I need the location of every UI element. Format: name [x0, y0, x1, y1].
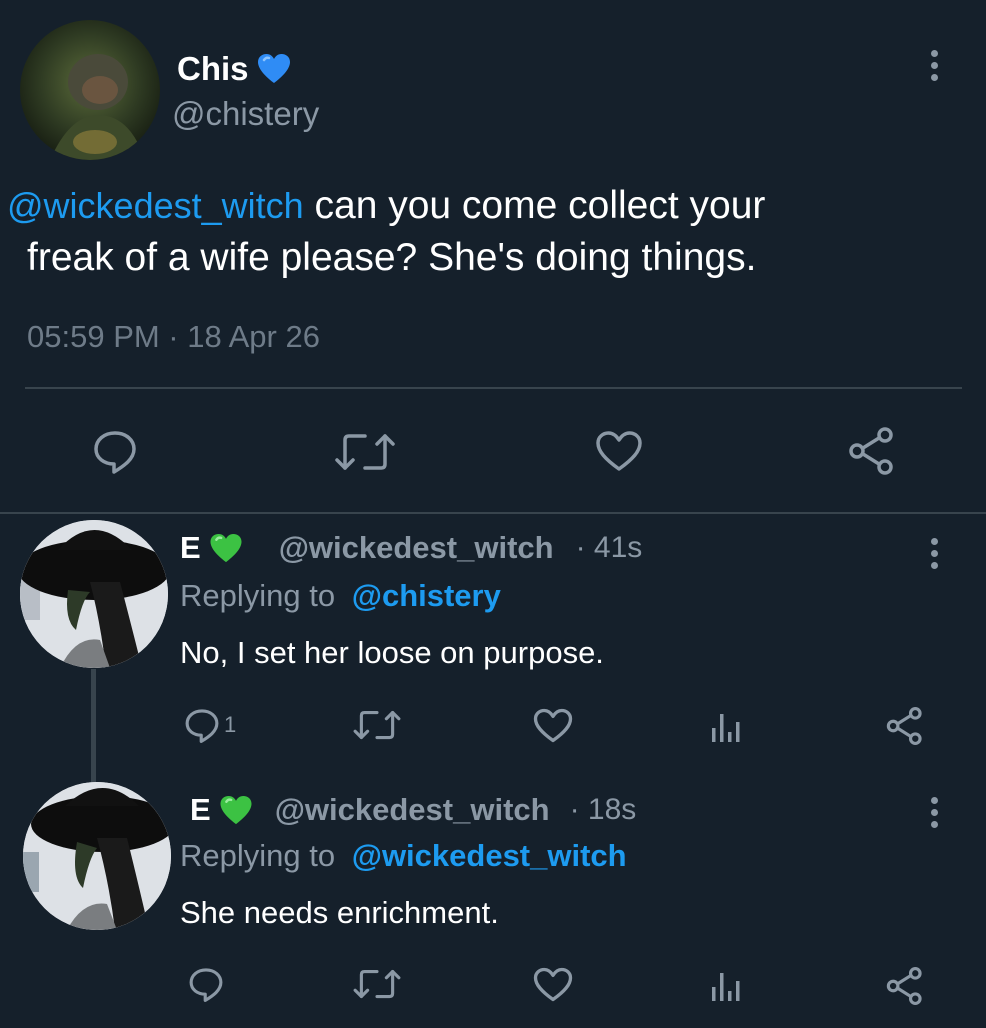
user-handle[interactable]: @wickedest_witch: [279, 530, 554, 566]
tweet-text-line-1: can you come collect your: [314, 184, 766, 227]
tweet-text-line-2: freak of a wife please? She's doing thin…: [27, 236, 757, 279]
replying-to-link[interactable]: @wickedest_witch: [352, 838, 627, 873]
reply-thread-line: [91, 669, 96, 785]
avatar[interactable]: [23, 782, 171, 930]
like-icon: [533, 967, 573, 1002]
retweet-icon: [335, 434, 395, 470]
more-options-icon[interactable]: [928, 538, 940, 574]
display-name[interactable]: E: [190, 792, 211, 828]
user-handle[interactable]: @wickedest_witch: [275, 792, 550, 828]
analytics-button[interactable]: [710, 710, 744, 744]
share-button[interactable]: [886, 966, 924, 1006]
green-heart-icon: [219, 795, 253, 826]
divider: [0, 512, 986, 514]
share-icon: [886, 707, 922, 746]
reply-count: 1: [224, 712, 237, 737]
reply-time: · 41s: [575, 531, 643, 564]
reply-button[interactable]: [92, 428, 138, 474]
share-icon: [849, 427, 893, 475]
tweet-text: @wickedest_witch can you come collect yo…: [7, 180, 967, 284]
like-icon: [596, 431, 642, 471]
blue-heart-icon: [257, 53, 291, 85]
replying-to-label: Replying to: [180, 838, 336, 873]
divider: [25, 387, 962, 389]
reply-button[interactable]: [188, 966, 228, 1002]
analytics-button[interactable]: [710, 969, 744, 1003]
reply-button[interactable]: 1: [184, 707, 236, 743]
display-name[interactable]: E: [180, 530, 201, 566]
like-icon: [533, 708, 573, 743]
tweet-timestamp: 05:59 PM · 18 Apr 26: [27, 319, 320, 354]
reply-icon: [189, 968, 223, 1002]
reply-icon: [94, 431, 136, 474]
avatar[interactable]: [20, 520, 168, 668]
share-icon: [886, 967, 922, 1006]
user-handle[interactable]: @chistery: [172, 95, 319, 133]
retweet-button[interactable]: [352, 968, 402, 1000]
retweet-icon: [353, 710, 401, 740]
display-name[interactable]: Chis: [177, 50, 249, 88]
reply-text: No, I set her loose on purpose.: [180, 635, 604, 670]
replying-to-label: Replying to: [180, 578, 336, 613]
like-button[interactable]: [533, 967, 573, 1002]
reply-text: She needs enrichment.: [180, 895, 499, 930]
mention-link[interactable]: @wickedest_witch: [7, 185, 304, 226]
share-button[interactable]: [848, 426, 896, 476]
replying-to-link[interactable]: @chistery: [352, 578, 501, 613]
reply-icon: [185, 709, 219, 743]
retweet-button[interactable]: [352, 709, 402, 741]
retweet-icon: [353, 969, 401, 999]
retweet-button[interactable]: [333, 432, 397, 472]
more-options-icon[interactable]: [928, 797, 940, 833]
analytics-icon: [712, 973, 740, 1001]
analytics-icon: [712, 714, 740, 742]
avatar[interactable]: [20, 20, 160, 160]
reply-time: · 18s: [569, 793, 637, 826]
green-heart-icon: [209, 533, 243, 564]
like-button[interactable]: [595, 430, 643, 472]
like-button[interactable]: [533, 708, 573, 743]
more-options-icon[interactable]: [928, 50, 940, 86]
share-button[interactable]: [886, 706, 924, 746]
